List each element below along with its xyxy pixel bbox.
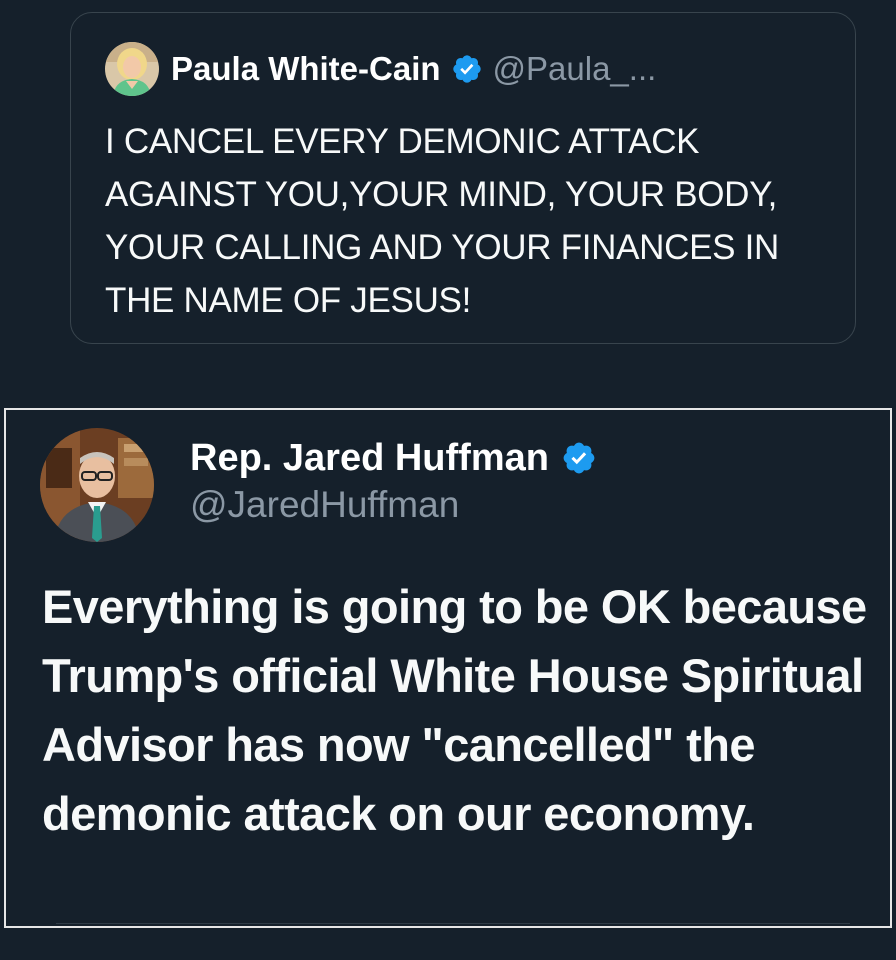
quoted-tweet-header: Paula White-Cain @Paula_... [105, 41, 656, 97]
verified-badge-icon [561, 440, 597, 476]
main-author-name[interactable]: Rep. Jared Huffman [190, 437, 549, 480]
main-author-handle[interactable]: @JaredHuffman [190, 484, 459, 526]
main-tweet-header: Rep. Jared Huffman [190, 434, 597, 482]
quoted-author-avatar[interactable] [105, 42, 159, 96]
quoted-author-name[interactable]: Paula White-Cain [171, 50, 441, 88]
quoted-tweet-card[interactable]: Paula White-Cain @Paula_... I CANCEL EVE… [70, 12, 856, 344]
avatar-photo-icon [105, 42, 159, 96]
main-tweet-card[interactable]: Rep. Jared Huffman @JaredHuffman Everyth… [4, 408, 892, 928]
main-author-avatar[interactable] [40, 428, 154, 542]
verified-badge-icon [451, 53, 483, 85]
quoted-tweet-text: I CANCEL EVERY DEMONIC ATTACK AGAINST YO… [105, 122, 780, 320]
quoted-author-handle[interactable]: @Paula_... [493, 50, 657, 88]
avatar-photo-icon [40, 428, 154, 542]
main-tweet-text: Everything is going to be OK because Tru… [42, 580, 867, 840]
divider [56, 923, 850, 924]
